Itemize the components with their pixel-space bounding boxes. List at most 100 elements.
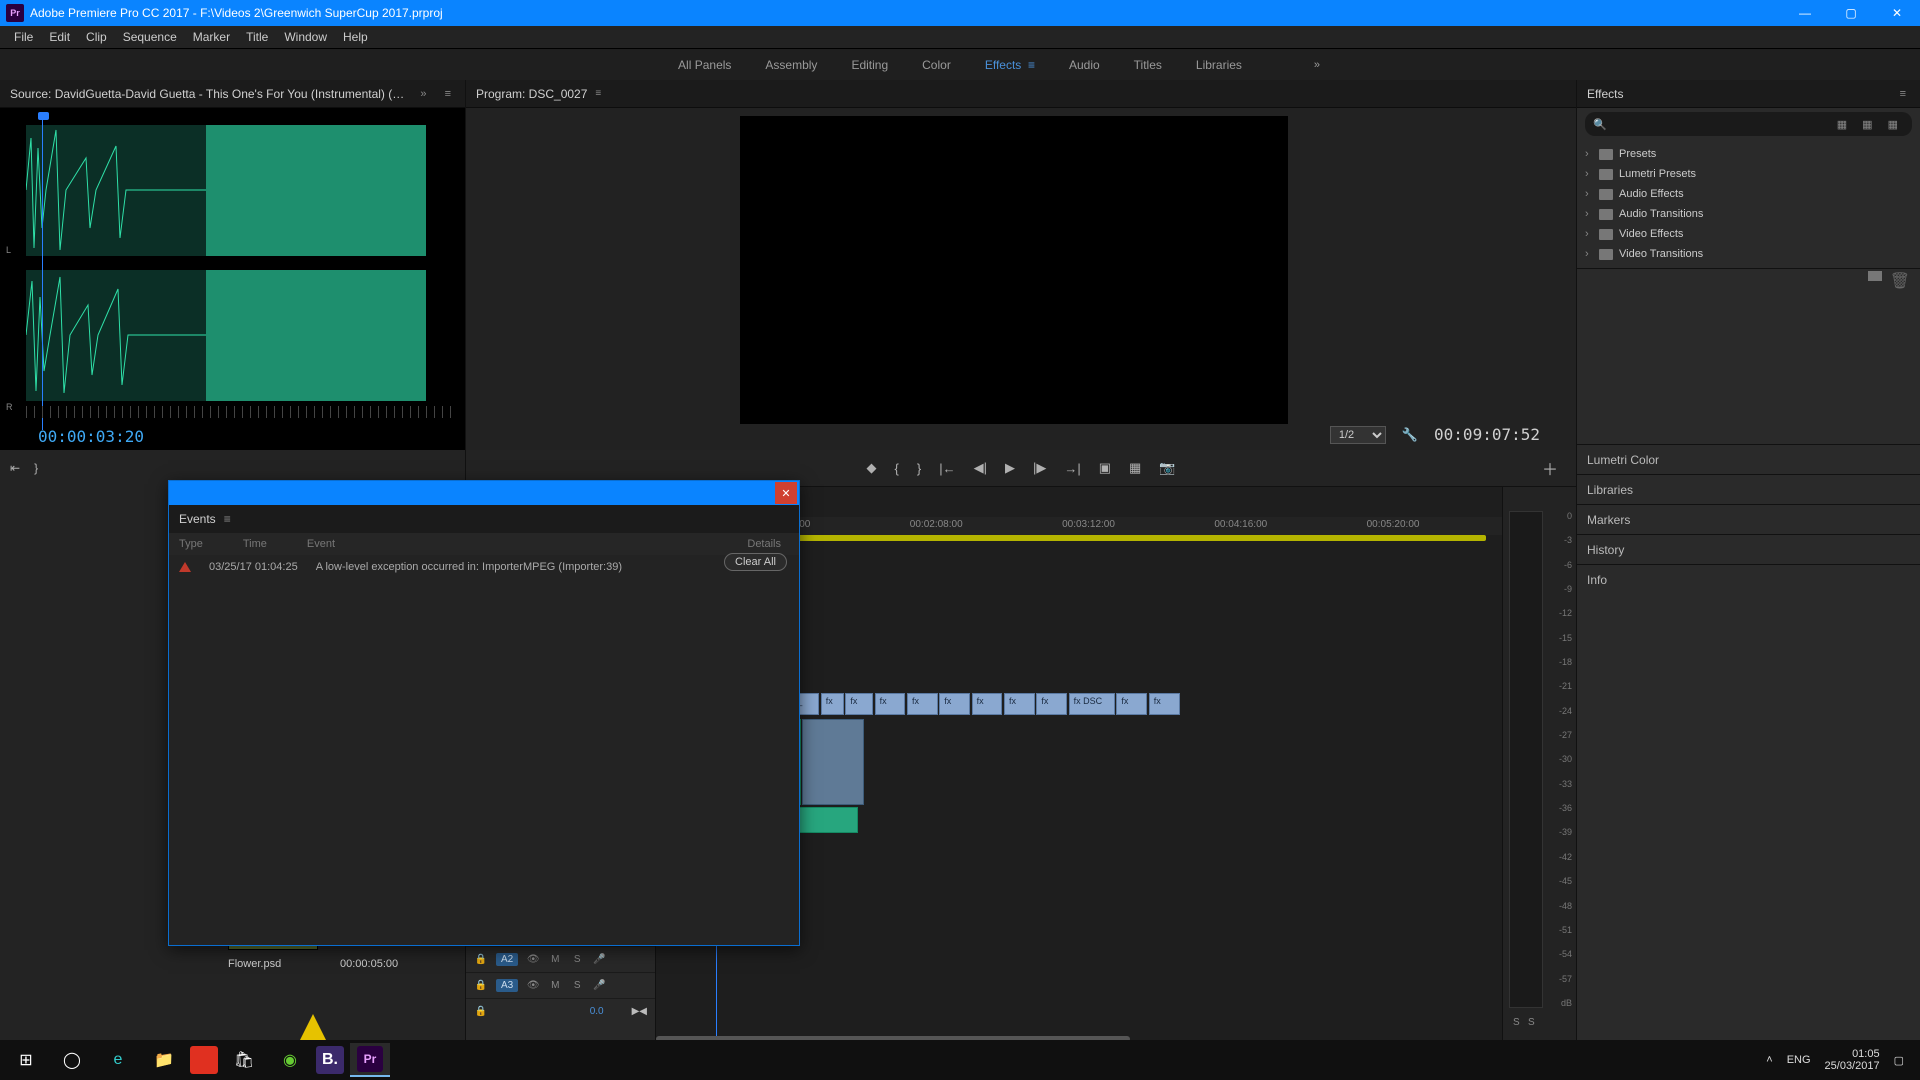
source-ruler[interactable] (26, 406, 453, 418)
video-clip[interactable]: fx (972, 693, 1003, 715)
start-button[interactable]: ⊞ (6, 1043, 46, 1077)
video-clip[interactable]: fx (939, 693, 970, 715)
offline-warning-icon[interactable] (300, 1014, 326, 1040)
menu-help[interactable]: Help (335, 28, 376, 46)
mark-out-icon[interactable]: } (34, 461, 38, 475)
track-a3-header[interactable]: 🔒A3👁MS🎤 (466, 972, 655, 998)
section-markers[interactable]: Markers (1577, 504, 1920, 534)
playback-resolution[interactable]: 1/2 (1330, 426, 1386, 444)
ws-effects[interactable]: Effects ≡ (985, 58, 1035, 72)
events-titlebar[interactable]: ✕ (169, 481, 799, 505)
col-time[interactable]: Time (243, 538, 267, 550)
source-timecode[interactable]: 00:00:03:20 (38, 427, 144, 446)
menu-sequence[interactable]: Sequence (115, 28, 185, 46)
effects-category[interactable]: ›Video Effects (1585, 224, 1912, 244)
effects-search-input[interactable] (1613, 117, 1837, 132)
video-clip[interactable]: fx (1149, 693, 1180, 715)
app-icon-green[interactable]: ◉ (270, 1043, 310, 1077)
source-overflow-icon[interactable]: » ≡ (420, 88, 455, 100)
ws-titles[interactable]: Titles (1134, 58, 1162, 72)
cortana-icon[interactable]: ◯ (52, 1043, 92, 1077)
video-clip[interactable]: fx (1004, 693, 1035, 715)
go-to-out-icon[interactable]: →| (1064, 461, 1080, 476)
source-playhead[interactable] (42, 116, 63, 430)
events-close-button[interactable]: ✕ (775, 482, 797, 504)
col-type[interactable]: Type (179, 538, 203, 550)
video-clip[interactable]: fx (845, 693, 873, 715)
mark-out-icon[interactable]: } (917, 461, 921, 476)
bin-item-name[interactable]: Flower.psd (228, 958, 281, 970)
program-timecode[interactable]: 00:09:07:52 (1434, 425, 1540, 444)
audio-track-a2[interactable] (716, 807, 1486, 833)
notifications-icon[interactable]: ▢ (1894, 1054, 1904, 1067)
maximize-button[interactable]: ▢ (1828, 0, 1874, 26)
video-clip[interactable]: fx (821, 693, 844, 715)
clear-all-button[interactable]: Clear All (724, 553, 787, 571)
system-tray[interactable]: ˄ ENG 01:0525/03/2017 ▢ (1766, 1048, 1914, 1072)
effects-tree[interactable]: ›Presets›Lumetri Presets›Audio Effects›A… (1577, 140, 1920, 268)
ws-allpanels[interactable]: All Panels (678, 58, 731, 72)
effects-category[interactable]: ›Lumetri Presets (1585, 164, 1912, 184)
section-lumetri[interactable]: Lumetri Color (1577, 444, 1920, 474)
source-panel-tab[interactable]: Source: DavidGuetta-David Guetta - This … (0, 80, 465, 108)
play-icon[interactable]: ▶ (1005, 460, 1015, 476)
audio-clip[interactable] (802, 719, 864, 805)
program-monitor[interactable]: 1/2 🔧 00:09:07:52 (466, 108, 1576, 450)
event-row[interactable]: 03/25/17 01:04:25 A low-level exception … (169, 555, 799, 579)
close-button[interactable]: ✕ (1874, 0, 1920, 26)
wrench-icon[interactable]: 🔧 (1402, 427, 1418, 443)
source-monitor[interactable]: L R 00:00:03:20 (0, 108, 465, 450)
effects-panel-tab[interactable]: Effects ≡ (1577, 80, 1920, 108)
explorer-icon[interactable]: 📁 (144, 1043, 184, 1077)
col-details[interactable]: Details (747, 538, 781, 550)
lift-icon[interactable]: ▣ (1099, 460, 1111, 476)
effects-search[interactable]: 🔍 ▦ ▦ ▦ (1585, 112, 1912, 136)
export-frame-icon[interactable]: 📷 (1159, 460, 1175, 476)
video-track-v1[interactable]: fx DSC_fx DSC_fx fx fx fx fx fx fx fx fx… (716, 691, 1486, 717)
ws-editing[interactable]: Editing (851, 58, 888, 72)
video-clip[interactable]: fx (907, 693, 938, 715)
section-history[interactable]: History (1577, 534, 1920, 564)
program-menu-icon[interactable]: ≡ (595, 88, 601, 99)
section-libraries[interactable]: Libraries (1577, 474, 1920, 504)
effects-category[interactable]: ›Presets (1585, 144, 1912, 164)
effects-menu-icon[interactable]: ≡ (1900, 88, 1910, 100)
track-a2-header[interactable]: 🔒A2👁MS🎤 (466, 946, 655, 972)
app-icon-b[interactable]: B. (316, 1046, 344, 1074)
master-header[interactable]: 🔒0.0▶◀ (466, 998, 655, 1024)
tray-chevron-icon[interactable]: ˄ (1766, 1054, 1772, 1066)
step-forward-icon[interactable]: |▶ (1033, 460, 1046, 476)
delete-icon[interactable]: 🗑 (1890, 271, 1910, 291)
button-editor-icon[interactable]: ＋ (1542, 456, 1558, 480)
events-menu-icon[interactable]: ≡ (224, 512, 231, 526)
menu-edit[interactable]: Edit (41, 28, 78, 46)
solo-label[interactable]: S S (1513, 1017, 1535, 1028)
minimize-button[interactable]: — (1782, 0, 1828, 26)
menu-window[interactable]: Window (276, 28, 335, 46)
col-event[interactable]: Event (307, 538, 335, 550)
ws-color[interactable]: Color (922, 58, 951, 72)
events-tab[interactable]: Events ≡ (169, 505, 799, 533)
program-panel-tab[interactable]: Program: DSC_0027 ≡ (466, 80, 1576, 108)
ws-assembly[interactable]: Assembly (765, 58, 817, 72)
effects-category[interactable]: ›Audio Transitions (1585, 204, 1912, 224)
premiere-taskbar-icon[interactable]: Pr (350, 1043, 390, 1077)
video-clip[interactable]: fx (1116, 693, 1147, 715)
video-clip[interactable]: fx DSC (1069, 693, 1115, 715)
add-marker-icon[interactable]: ◆ (867, 460, 877, 476)
menu-clip[interactable]: Clip (78, 28, 115, 46)
effects-category[interactable]: ›Video Transitions (1585, 244, 1912, 264)
effects-category[interactable]: ›Audio Effects (1585, 184, 1912, 204)
store-icon[interactable]: 🛍 (224, 1043, 264, 1077)
new-bin-icon[interactable] (1868, 271, 1882, 281)
menu-title[interactable]: Title (238, 28, 276, 46)
effects-filter-icons[interactable]: ▦ ▦ ▦ (1837, 118, 1904, 131)
ws-audio[interactable]: Audio (1069, 58, 1100, 72)
ws-overflow-icon[interactable]: » (1314, 59, 1320, 71)
tray-clock[interactable]: 01:0525/03/2017 (1825, 1048, 1880, 1072)
video-clip[interactable]: fx (875, 693, 906, 715)
section-info[interactable]: Info (1577, 564, 1920, 594)
extract-icon[interactable]: ▦ (1129, 460, 1141, 476)
menu-marker[interactable]: Marker (185, 28, 238, 46)
menu-file[interactable]: File (6, 28, 41, 46)
